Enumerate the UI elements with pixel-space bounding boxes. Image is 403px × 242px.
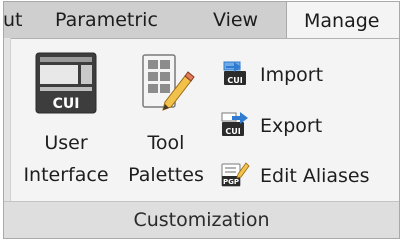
tab-view[interactable]: View bbox=[213, 2, 258, 38]
export-icon: CUI bbox=[220, 110, 250, 142]
svg-text:PGP: PGP bbox=[223, 178, 239, 186]
cui-icon: CUI bbox=[35, 52, 97, 118]
tool-palettes-label-line1: Tool bbox=[147, 132, 185, 154]
user-interface-label-line1: User bbox=[44, 132, 88, 154]
svg-text:CUI: CUI bbox=[225, 127, 240, 136]
ribbon: ut Parametric View Manage CUI User Inter… bbox=[3, 1, 400, 239]
import-label: Import bbox=[260, 64, 324, 86]
tool-palettes-icon bbox=[139, 52, 197, 118]
export-label: Export bbox=[260, 115, 323, 137]
tab-manage[interactable]: Manage bbox=[286, 2, 399, 38]
import-button[interactable]: CUI Import bbox=[220, 59, 323, 91]
edit-aliases-button[interactable]: PGP Edit Aliases bbox=[220, 160, 370, 192]
tab-parametric[interactable]: Parametric bbox=[55, 2, 158, 38]
panel-title-bar: Customization bbox=[4, 201, 399, 238]
user-interface-label-line2: Interface bbox=[23, 164, 109, 186]
tab-output[interactable]: ut bbox=[4, 2, 23, 38]
svg-text:CUI: CUI bbox=[227, 76, 242, 85]
edit-aliases-label: Edit Aliases bbox=[260, 165, 370, 187]
svg-text:CUI: CUI bbox=[53, 96, 80, 112]
panel-title: Customization bbox=[133, 209, 270, 231]
edit-aliases-icon: PGP bbox=[220, 160, 250, 192]
panel-left-edge bbox=[4, 38, 11, 204]
tool-palettes-label-line2: Palettes bbox=[128, 164, 204, 186]
export-button[interactable]: CUI Export bbox=[220, 110, 322, 142]
import-icon: CUI bbox=[220, 59, 250, 91]
ribbon-tab-bar: ut Parametric View Manage bbox=[4, 2, 399, 39]
